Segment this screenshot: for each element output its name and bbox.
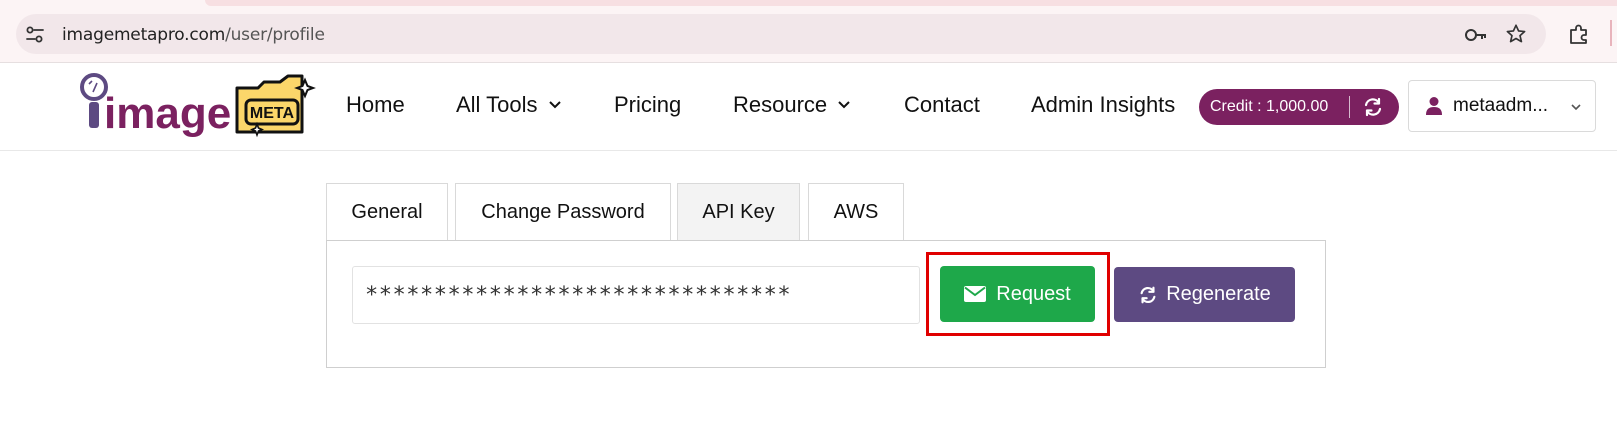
nav-all-tools-label: All Tools — [456, 92, 538, 117]
credit-badge[interactable]: Credit : 1,000.00 — [1199, 89, 1399, 125]
nav-resource[interactable]: Resource — [733, 92, 851, 118]
logo-text: image — [104, 89, 231, 138]
url-text[interactable]: imagemetapro.com/user/profile — [62, 25, 325, 45]
chevron-down-icon — [548, 101, 561, 109]
nav-admin-insights-label: Admin Insights — [1031, 92, 1176, 117]
tab-aws[interactable]: AWS — [808, 183, 904, 241]
refresh-icon[interactable] — [1362, 96, 1384, 118]
toolbar-edge — [1610, 20, 1612, 46]
browser-toolbar: imagemetapro.com/user/profile — [0, 0, 1617, 63]
tab-general-label: General — [351, 201, 423, 223]
nav-contact-label: Contact — [904, 92, 980, 117]
logo-badge-text: META — [250, 105, 295, 122]
nav-admin-insights[interactable]: Admin Insights — [1031, 92, 1175, 118]
api-key-masked-value: ******************************* — [365, 282, 792, 308]
nav-home[interactable]: Home — [346, 92, 405, 118]
nav-pricing-label: Pricing — [614, 92, 682, 117]
tab-api-key-label: API Key — [702, 201, 775, 223]
tab-change-password-label: Change Password — [481, 201, 645, 223]
regenerate-button-label: Regenerate — [1166, 283, 1271, 305]
nav-pricing[interactable]: Pricing — [614, 92, 681, 118]
url-host: imagemetapro.com — [62, 25, 226, 45]
site-info-icon[interactable] — [24, 24, 46, 46]
tab-aws-label: AWS — [833, 201, 879, 223]
refresh-icon — [1140, 286, 1156, 303]
credit-divider — [1349, 96, 1350, 118]
nav-home-label: Home — [346, 92, 405, 117]
user-icon — [1426, 97, 1442, 115]
nav-contact[interactable]: Contact — [904, 92, 980, 118]
user-name: metaadm... — [1453, 95, 1549, 116]
tab-general[interactable]: General — [326, 183, 448, 241]
chevron-down-icon — [1571, 104, 1581, 111]
url-path: /user/profile — [225, 25, 325, 45]
credit-label: Credit : 1,000.00 — [1210, 98, 1329, 115]
regenerate-button[interactable]: Regenerate — [1114, 267, 1295, 322]
tab-change-password[interactable]: Change Password — [455, 183, 671, 241]
tab-api-key[interactable]: API Key — [677, 183, 800, 241]
request-button-label: Request — [996, 282, 1071, 305]
tab-strip — [205, 0, 1617, 6]
nav-resource-label: Resource — [733, 92, 828, 117]
request-button[interactable]: Request — [940, 266, 1095, 322]
extensions-icon[interactable] — [1567, 22, 1591, 46]
star-icon[interactable] — [1505, 23, 1527, 45]
user-menu-button[interactable]: metaadm... — [1408, 80, 1596, 132]
api-key-field[interactable]: ******************************* — [352, 266, 920, 324]
nav-all-tools[interactable]: All Tools — [456, 92, 562, 118]
chevron-down-icon — [838, 101, 850, 109]
logo[interactable]: image META — [80, 72, 325, 140]
key-icon[interactable] — [1464, 24, 1488, 46]
envelope-icon — [964, 286, 987, 302]
